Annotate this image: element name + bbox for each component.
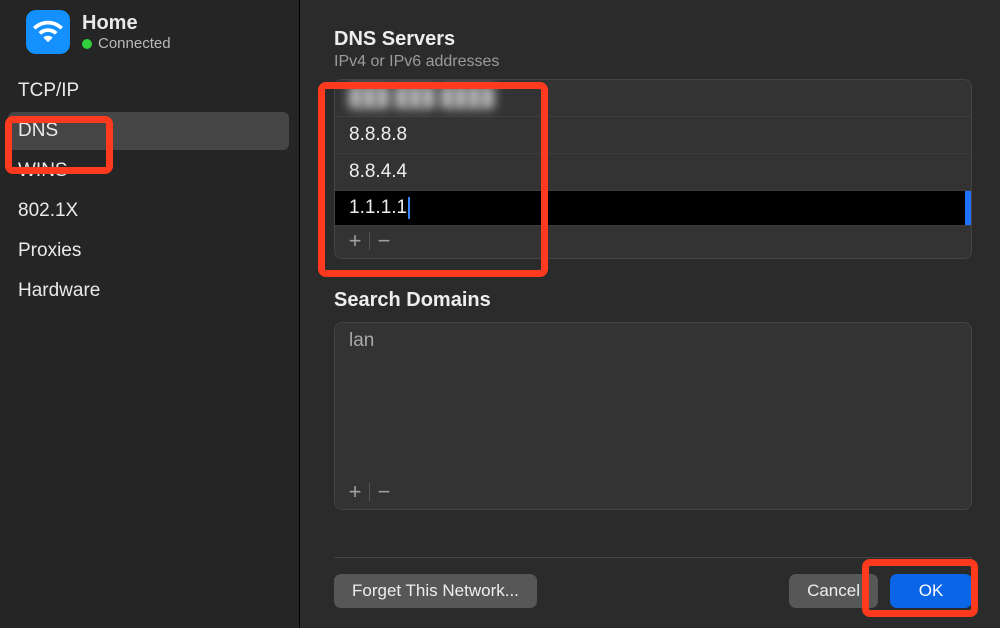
- dns-list-footer: + −: [335, 226, 971, 258]
- add-dns-server-button[interactable]: +: [341, 228, 369, 254]
- remove-dns-server-button[interactable]: −: [370, 228, 398, 254]
- sidebar-item-hardware[interactable]: Hardware: [8, 272, 289, 310]
- sidebar-item-tcpip[interactable]: TCP/IP: [8, 72, 289, 110]
- status-dot-icon: [82, 39, 92, 49]
- action-bar: Forget This Network... Cancel OK: [334, 557, 972, 628]
- cancel-button[interactable]: Cancel: [789, 574, 878, 608]
- network-sidebar: Home Connected TCP/IP DNS WINS 802.1X Pr…: [0, 0, 300, 628]
- text-caret-icon: [408, 197, 410, 219]
- remove-search-domain-button[interactable]: −: [370, 479, 398, 505]
- dns-server-row[interactable]: ███ ███ ████: [335, 80, 971, 117]
- sidebar-item-dns[interactable]: DNS: [8, 112, 289, 150]
- search-domains-title: Search Domains: [334, 289, 972, 312]
- dns-servers-subtitle: IPv4 or IPv6 addresses: [334, 53, 972, 71]
- dns-servers-title: DNS Servers: [334, 28, 972, 51]
- dns-server-row[interactable]: 8.8.4.4: [335, 154, 971, 191]
- sidebar-item-proxies[interactable]: Proxies: [8, 232, 289, 270]
- search-domains-list[interactable]: lan + −: [334, 322, 972, 510]
- wifi-icon: [26, 10, 70, 54]
- dns-server-row-editing[interactable]: 1.1.1.1: [335, 191, 971, 226]
- search-domains-section: Search Domains lan + −: [334, 289, 972, 510]
- dns-settings-pane: DNS Servers IPv4 or IPv6 addresses ███ █…: [300, 0, 1000, 628]
- search-domain-row[interactable]: lan: [335, 323, 971, 359]
- sidebar-item-wins[interactable]: WINS: [8, 152, 289, 190]
- dns-server-input-value[interactable]: 1.1.1.1: [349, 197, 407, 219]
- search-domains-footer: + −: [335, 477, 971, 509]
- dns-server-row[interactable]: 8.8.8.8: [335, 117, 971, 154]
- ok-button[interactable]: OK: [890, 574, 972, 608]
- network-header: Home Connected: [0, 6, 299, 66]
- network-status-text: Connected: [98, 35, 171, 52]
- dns-servers-list[interactable]: ███ ███ ████ 8.8.8.8 8.8.4.4 1.1.1.1 + −: [334, 79, 972, 259]
- add-search-domain-button[interactable]: +: [341, 479, 369, 505]
- sidebar-item-8021x[interactable]: 802.1X: [8, 192, 289, 230]
- dns-servers-section: DNS Servers IPv4 or IPv6 addresses ███ █…: [334, 28, 972, 259]
- network-status: Connected: [82, 35, 171, 52]
- network-name: Home: [82, 12, 171, 35]
- forget-network-button[interactable]: Forget This Network...: [334, 574, 537, 608]
- settings-tabs: TCP/IP DNS WINS 802.1X Proxies Hardware: [0, 66, 299, 310]
